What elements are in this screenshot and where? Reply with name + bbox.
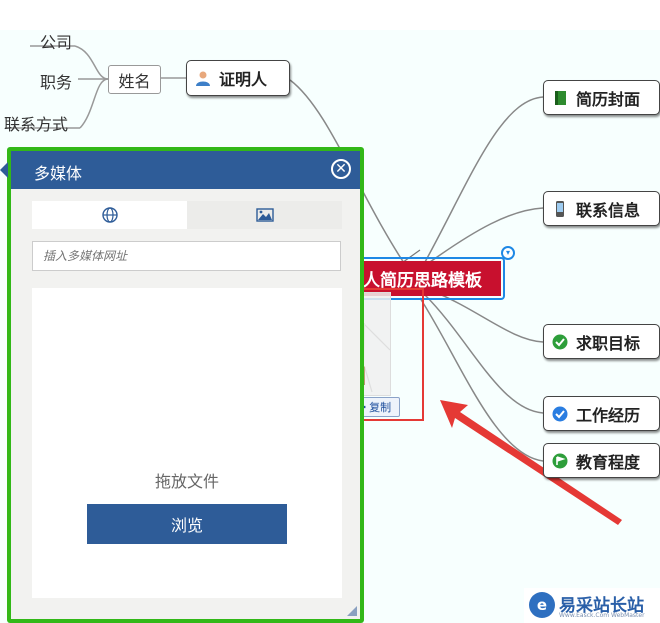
image-icon — [255, 208, 274, 222]
node-work-experience[interactable]: 工作经历 — [543, 396, 660, 431]
tab-image[interactable] — [187, 201, 342, 229]
resize-handle-icon[interactable] — [347, 606, 357, 616]
collapse-toggle-icon[interactable]: ▾ — [501, 246, 515, 260]
url-input[interactable] — [32, 241, 341, 271]
watermark-logo: e — [529, 592, 555, 618]
node-reference[interactable]: 证明人 — [186, 60, 290, 96]
watermark: e 易采站长站 Www.Easck.Com WebMaster — [524, 588, 660, 623]
leaf-contact[interactable]: 联系方式 — [4, 111, 68, 135]
phone-icon — [556, 200, 564, 217]
tab-web[interactable] — [32, 201, 187, 229]
node-contact-info[interactable]: 联系信息 — [543, 191, 660, 226]
check-blue-icon — [552, 406, 568, 421]
panel-title: 多媒体 — [34, 164, 83, 183]
multimedia-panel: 多媒体 ✕ 拖放文件 浏览 — [7, 147, 364, 623]
node-name[interactable]: 姓名 — [108, 65, 161, 94]
leaf-company[interactable]: 公司 — [40, 29, 72, 53]
watermark-url: Www.Easck.Com WebMaster — [559, 612, 645, 619]
drop-label: 拖放文件 — [154, 472, 219, 491]
person-icon — [196, 71, 210, 86]
panel-header: 多媒体 ✕ — [11, 151, 360, 189]
close-circle-icon[interactable]: ✕ — [331, 159, 351, 179]
globe-icon — [101, 207, 118, 223]
book-icon — [555, 90, 566, 105]
flag-green-icon — [552, 453, 568, 468]
node-education[interactable]: 教育程度 — [543, 443, 660, 478]
panel-pointer — [0, 162, 8, 178]
check-green-icon — [552, 334, 568, 349]
node-career-goal[interactable]: 求职目标 — [543, 324, 660, 359]
browse-button[interactable]: 浏览 — [87, 504, 287, 544]
leaf-position[interactable]: 职务 — [40, 69, 72, 93]
file-drop-zone[interactable]: 拖放文件 浏览 — [32, 288, 342, 598]
node-resume-cover[interactable]: 简历封面 — [543, 80, 660, 115]
